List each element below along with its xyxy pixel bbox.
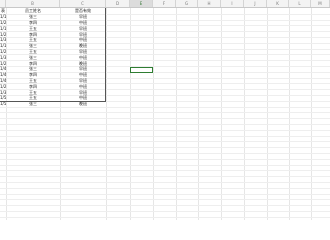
- column-header-l[interactable]: L: [289, 0, 311, 7]
- grid-hline: [0, 164, 330, 166]
- table-cell[interactable]: 张三: [6, 66, 60, 71]
- table-cell[interactable]: 早班: [60, 14, 106, 19]
- column-header-d[interactable]: D: [106, 0, 130, 7]
- selected-cell[interactable]: [130, 67, 153, 73]
- grid-hline: [0, 135, 330, 137]
- grid-hline: [0, 147, 330, 149]
- grid-hline: [0, 158, 330, 160]
- grid-hline: [0, 205, 330, 207]
- table-cell[interactable]: 王五: [6, 90, 60, 95]
- grid-hline: [0, 193, 330, 195]
- cell-grid[interactable]: 表员工姓名 是否有效 1/1 张三 早班 1/2 李四 中班 1/1 王五 早班 1/2 李四 早班 1/3…: [0, 8, 330, 220]
- table-cell[interactable]: 早班: [60, 78, 106, 83]
- table-cell[interactable]: 张三: [6, 43, 60, 48]
- grid-hline: [0, 153, 330, 154]
- table-cell[interactable]: 张三: [6, 14, 60, 19]
- grid-hline: [0, 176, 330, 178]
- column-header-bar: BCDEFGHIJKLM: [0, 0, 330, 8]
- table-cell[interactable]: 晚班: [60, 43, 106, 48]
- grid-hline: [0, 141, 330, 143]
- column-header-g[interactable]: G: [176, 0, 198, 7]
- table-cell[interactable]: 中班: [60, 84, 106, 89]
- grid-hline: [0, 129, 330, 131]
- column-header-f[interactable]: F: [153, 0, 176, 7]
- table-cell[interactable]: 张三: [6, 101, 60, 106]
- table-cell[interactable]: 晚班: [60, 61, 106, 66]
- column-header-m[interactable]: M: [311, 0, 330, 7]
- grid-hline: [0, 124, 330, 125]
- table-cell[interactable]: 王五: [6, 49, 60, 54]
- column-header-i[interactable]: I: [221, 0, 244, 7]
- column-header-c[interactable]: C: [60, 0, 106, 7]
- table-cell[interactable]: 早班: [60, 66, 106, 71]
- table-cell[interactable]: 早班: [60, 26, 106, 31]
- grid-hline: [0, 106, 330, 108]
- column-header-e[interactable]: E: [130, 0, 153, 7]
- column-header-j[interactable]: J: [244, 0, 267, 7]
- table-header-cell[interactable]: 是否有效: [60, 8, 106, 13]
- table-cell[interactable]: 王五: [6, 95, 60, 100]
- table-cell[interactable]: 李四: [6, 20, 60, 25]
- table-cell[interactable]: 中班: [60, 20, 106, 25]
- grid-hline: [0, 112, 330, 114]
- grid-hline: [0, 182, 330, 183]
- grid-hline: [0, 199, 330, 201]
- table-cell[interactable]: 李四: [6, 32, 60, 37]
- grid-hline: [0, 216, 330, 218]
- table-cell[interactable]: 李四: [6, 84, 60, 89]
- column-header-b[interactable]: B: [6, 0, 60, 7]
- table-header-cell[interactable]: 员工姓名: [6, 8, 60, 13]
- table-cell[interactable]: 李四: [6, 61, 60, 66]
- table-cell[interactable]: 王五: [6, 37, 60, 42]
- table-cell[interactable]: 中班: [60, 72, 106, 77]
- table-cell[interactable]: 王五: [6, 78, 60, 83]
- column-header-h[interactable]: H: [198, 0, 221, 7]
- table-cell[interactable]: 王五: [6, 26, 60, 31]
- grid-hline: [0, 170, 330, 172]
- table-cell[interactable]: 晚班: [60, 101, 106, 106]
- table-cell[interactable]: 中班: [60, 37, 106, 42]
- table-cell[interactable]: 李四: [6, 72, 60, 77]
- table-cell[interactable]: 张三: [6, 55, 60, 60]
- spreadsheet[interactable]: BCDEFGHIJKLM 表员工姓名 是否有效 1/1 张三 早班 1/2 李四 中班 1/1 王…: [0, 0, 330, 220]
- table-cell[interactable]: 早班: [60, 49, 106, 54]
- table-cell[interactable]: 中班: [60, 95, 106, 100]
- table-cell[interactable]: 早班: [60, 90, 106, 95]
- table-cell[interactable]: 早班: [60, 32, 106, 37]
- grid-hline: [0, 118, 330, 120]
- column-header-k[interactable]: K: [267, 0, 289, 7]
- grid-hline: [0, 187, 330, 189]
- grid-hline: [0, 211, 330, 212]
- table-cell[interactable]: 中班: [60, 55, 106, 60]
